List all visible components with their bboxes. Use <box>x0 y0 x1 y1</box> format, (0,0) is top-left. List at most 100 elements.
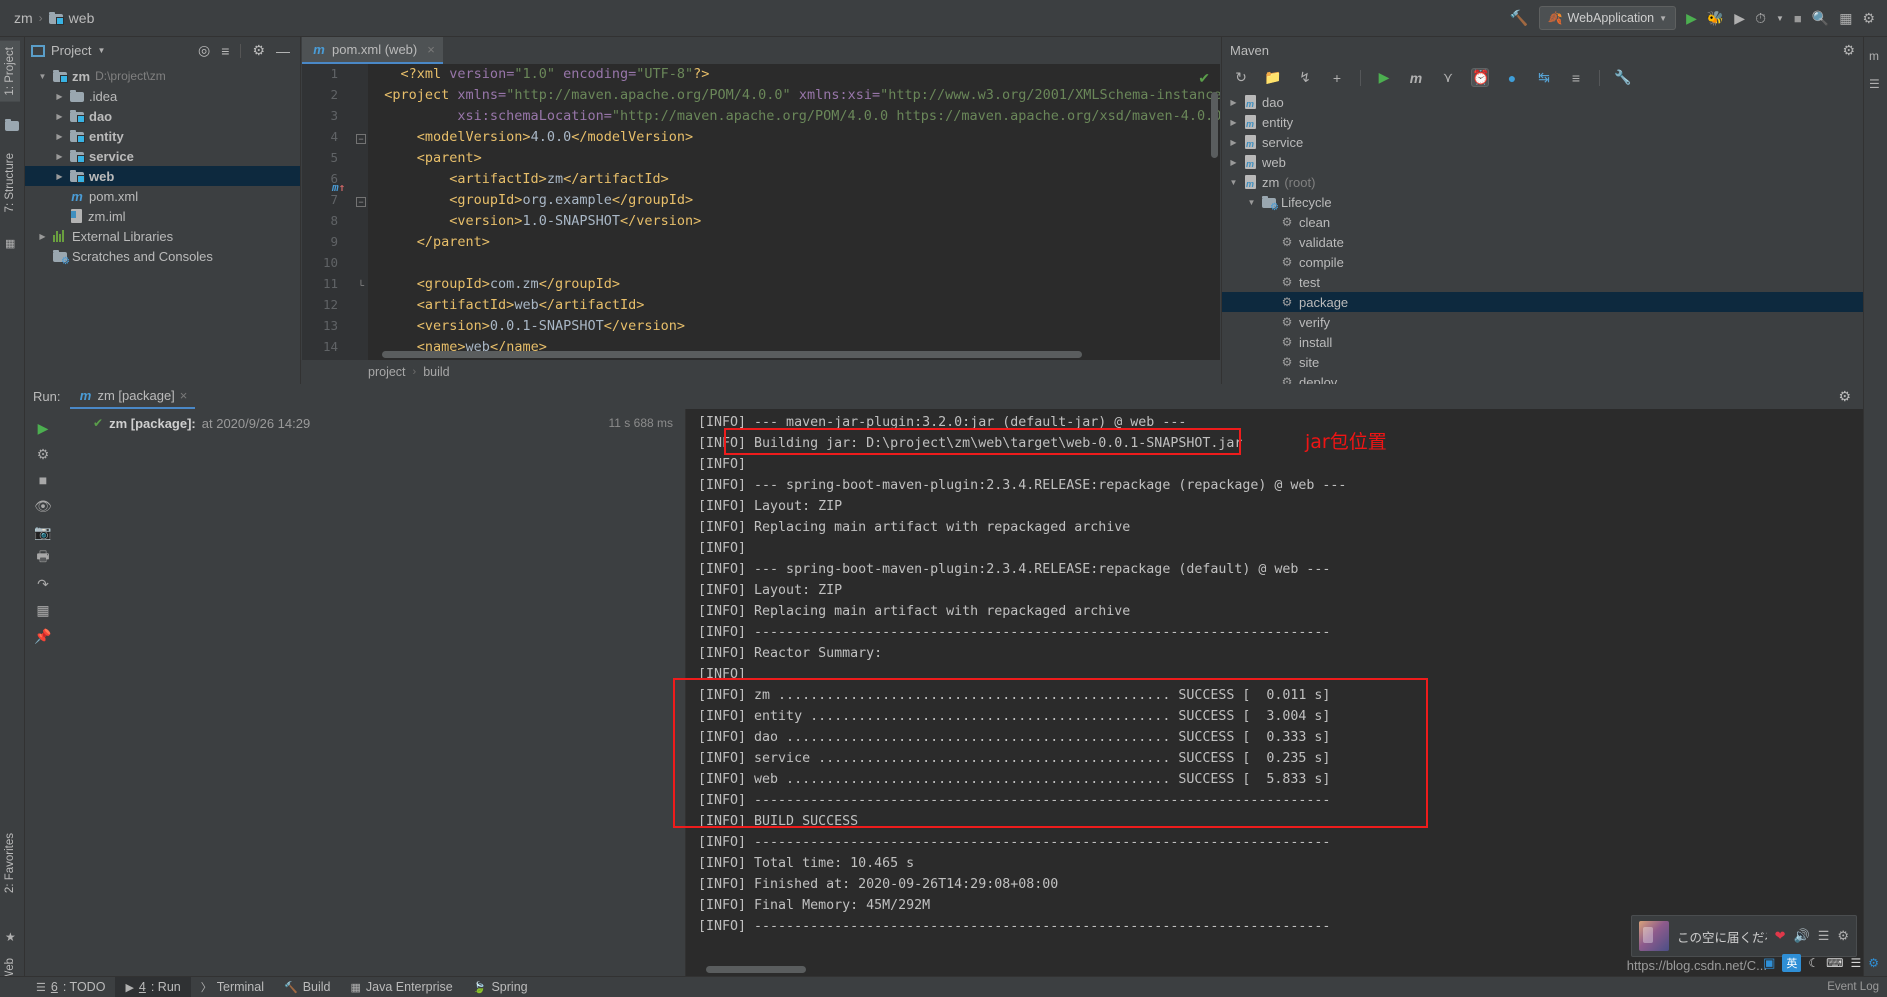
stop-button[interactable]: ■ <box>1794 11 1802 26</box>
event-log-label[interactable]: Event Log <box>1827 981 1879 993</box>
maven-tree-item[interactable]: ▶ m service <box>1222 132 1863 152</box>
maven-tree-item[interactable]: ⚙ clean <box>1222 212 1863 232</box>
ime-menu-icon[interactable]: ☰ <box>1850 956 1861 970</box>
maven-tree[interactable]: ▶mdao▶mentity▶mservice▶mweb▼mzm(root)▼Li… <box>1222 91 1863 392</box>
project-tree[interactable]: ▼ zm D:\project\zm ▶ .idea ▶ dao ▶ entity ▶ servic… <box>25 64 300 267</box>
keyboard-icon[interactable]: ⌨ <box>1826 956 1843 970</box>
expand-icon[interactable]: ↹ <box>1535 69 1553 86</box>
fold-marker-parent-end[interactable]: └ <box>356 281 366 291</box>
run-icon[interactable]: ▶ <box>1375 69 1393 86</box>
eye-icon[interactable]: 👁 <box>25 493 61 519</box>
settings-gear-icon[interactable]: ⚙ <box>1838 388 1863 405</box>
settings-gear-icon[interactable]: ⚙ <box>1862 10 1875 27</box>
maven-tree-item[interactable]: ⚙ validate <box>1222 232 1863 252</box>
maven-tree-item[interactable]: ▼ Lifecycle <box>1222 192 1863 214</box>
editor-gutter[interactable]: 1 2 3 4 5 6 7 8 9 10 11 12 13 14 <box>302 64 360 360</box>
project-tree-item[interactable]: ▶ External Libraries <box>25 226 300 246</box>
inspection-status-icon[interactable]: ✔ <box>1198 70 1210 87</box>
run-tree[interactable]: ✔ zm [package]: at 2020/9/26 14:29 11 s … <box>61 409 686 976</box>
moon-icon[interactable]: ☾ <box>1808 956 1819 970</box>
editor-tab-pom-xml[interactable]: m pom.xml (web) × <box>302 37 443 64</box>
project-tree-item[interactable]: ▶ .idea <box>25 86 300 106</box>
status-bar-tab-java-enterprise[interactable]: ▦ Java Enterprise <box>341 977 463 997</box>
status-bar-tab-run[interactable]: ▶ 4: Run <box>115 976 191 997</box>
run-configuration-selector[interactable]: 🍂 WebApplication ▼ <box>1538 6 1677 30</box>
chevron-right-icon[interactable]: ▶ <box>54 92 65 101</box>
search-everywhere-icon[interactable]: 🔍 <box>1812 10 1829 27</box>
sidebar-item-structure[interactable]: 7: Structure <box>0 147 20 218</box>
fold-column[interactable] <box>354 64 368 360</box>
settings-gear-icon[interactable]: ⚙ <box>1842 42 1855 59</box>
chevron-right-icon[interactable]: ▶ <box>1228 118 1239 127</box>
debug-icon[interactable]: ⚙ <box>25 441 61 467</box>
reload-project-icon[interactable]: 📁 <box>1264 69 1282 86</box>
project-tree-item[interactable]: ▶ dao <box>25 106 300 126</box>
console-horizontal-scrollbar[interactable] <box>706 966 806 973</box>
run-with-coverage-button[interactable]: ▶ <box>1734 10 1745 27</box>
rerun-icon[interactable]: ▶ <box>25 415 61 441</box>
run-tab-zm-package[interactable]: m zm [package] × <box>70 384 196 409</box>
maven-tree-item[interactable]: ⚙ compile <box>1222 252 1863 272</box>
maven-tree-item[interactable]: ▶ m web <box>1222 152 1863 172</box>
close-icon[interactable]: × <box>427 42 435 57</box>
status-bar-tab-todo[interactable]: ☰ 6: TODO <box>26 977 115 997</box>
close-icon[interactable]: × <box>180 388 188 403</box>
maven-tree-item[interactable]: ⚙ install <box>1222 332 1863 352</box>
profiler-button[interactable]: ⏱ <box>1755 10 1766 27</box>
maven-tree-item[interactable]: ⚙ test <box>1222 272 1863 292</box>
breadcrumb-project[interactable]: zm <box>14 10 33 26</box>
chevron-right-icon[interactable]: ▶ <box>54 152 65 161</box>
execute-goal-icon[interactable]: m <box>1407 70 1425 86</box>
editor-vertical-scrollbar[interactable] <box>1211 92 1218 158</box>
chevron-right-icon[interactable]: ▶ <box>37 232 48 241</box>
project-files-icon[interactable] <box>5 119 21 135</box>
project-tree-item[interactable]: ▶ entity <box>25 126 300 146</box>
layout-toggle-icon[interactable]: ▦ <box>1839 10 1852 27</box>
settings-wrench-icon[interactable]: 🔧 <box>1614 69 1632 86</box>
ime-language-badge[interactable]: 英 <box>1782 954 1802 972</box>
pin-icon[interactable]: 📌 <box>25 623 61 649</box>
project-tree-item[interactable]: ▶ web <box>25 166 300 186</box>
breadcrumb[interactable]: zm › web <box>0 10 94 26</box>
stop-icon[interactable]: ■ <box>25 467 61 493</box>
hide-panel-icon[interactable]: — <box>276 43 290 59</box>
toggle-offline-icon[interactable]: ⋎ <box>1439 69 1457 86</box>
project-tree-item[interactable]: ▼ zm D:\project\zm <box>25 66 300 86</box>
sidebar-item-project[interactable]: 1: Project <box>0 41 20 102</box>
chevron-down-icon[interactable]: ▼ <box>1776 14 1784 23</box>
debug-button[interactable]: 🐝 <box>1707 10 1724 27</box>
export-icon[interactable]: ↷ <box>25 571 61 597</box>
chevron-down-icon[interactable]: ▼ <box>1246 198 1257 207</box>
project-tree-item[interactable]: ▶ service <box>25 146 300 166</box>
chevron-down-icon[interactable]: ▼ <box>1228 178 1239 187</box>
code-editor[interactable]: 1 2 3 4 5 6 7 8 9 10 11 12 13 14 − − └ m↑ <?xml versi… <box>302 64 1220 360</box>
structure-grid-icon[interactable]: ▦ <box>5 237 21 253</box>
breadcrumb-build-node[interactable]: build <box>423 365 449 379</box>
maven-tree-item[interactable]: ▼ m zm (root) <box>1222 172 1863 192</box>
build-hammer-icon[interactable]: 🔨 <box>1510 9 1529 27</box>
favorites-star-icon[interactable]: ★ <box>5 930 21 946</box>
sidebar-item-favorites[interactable]: 2: Favorites <box>0 827 20 899</box>
heart-icon[interactable]: ❤ <box>1775 928 1786 944</box>
maven-tree-item[interactable]: ⚙ site <box>1222 352 1863 372</box>
toggle-skip-tests-icon[interactable]: ⏰ <box>1471 68 1489 87</box>
add-icon[interactable]: + <box>1328 70 1346 86</box>
console-output[interactable]: [INFO] --- maven-jar-plugin:3.2.0:jar (d… <box>686 409 1863 976</box>
run-tree-row[interactable]: ✔ zm [package]: at 2020/9/26 14:29 11 s … <box>61 413 685 433</box>
download-sources-icon[interactable]: ↯ <box>1296 69 1314 86</box>
ime-logo-icon[interactable]: ▣ <box>1763 955 1775 971</box>
breadcrumb-project-node[interactable]: project <box>368 365 406 379</box>
gear-icon[interactable]: ⚙ <box>1868 956 1879 970</box>
print-icon[interactable]: 🖶 <box>25 545 61 571</box>
chevron-right-icon[interactable]: ▶ <box>1228 158 1239 167</box>
editor-horizontal-scrollbar[interactable] <box>382 351 1082 358</box>
show-dependencies-icon[interactable]: ● <box>1503 70 1521 86</box>
playlist-icon[interactable]: ☰ <box>1818 928 1830 944</box>
locate-file-icon[interactable]: ◎ <box>198 42 210 59</box>
chevron-down-icon[interactable]: ▼ <box>97 46 105 55</box>
chevron-right-icon[interactable]: ▶ <box>54 132 65 141</box>
collapse-all-icon[interactable]: ≡ <box>1567 70 1585 86</box>
maven-tree-item[interactable]: ▶ m entity <box>1222 112 1863 132</box>
volume-icon[interactable]: 🔊 <box>1794 928 1810 944</box>
project-tree-item[interactable]: zm.iml <box>25 206 300 226</box>
